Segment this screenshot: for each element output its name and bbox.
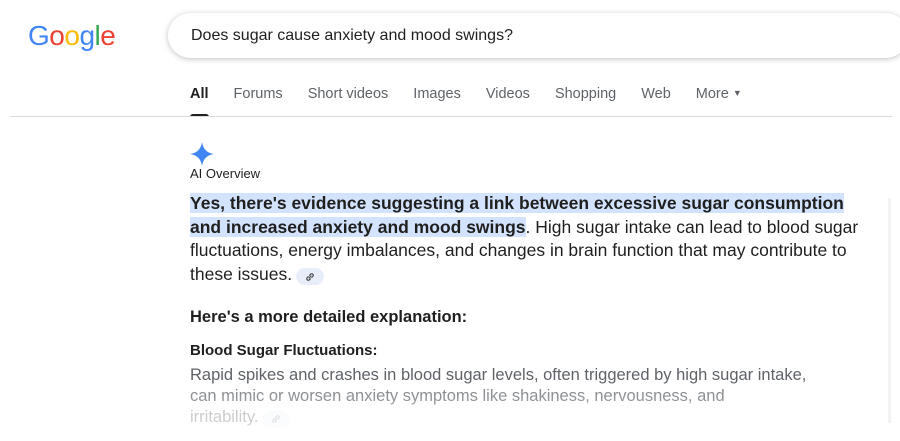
tab-label: Videos: [485, 86, 530, 102]
tab-label: Forums: [233, 86, 283, 102]
search-box[interactable]: [168, 13, 900, 58]
tab-short-videos[interactable]: Short videos: [308, 86, 389, 117]
ai-overview-label: AI Overview: [190, 166, 261, 181]
tab-label: Short videos: [307, 86, 389, 102]
logo-letter: o: [64, 20, 80, 51]
google-logo[interactable]: Google: [28, 20, 116, 52]
tab-all[interactable]: All: [190, 86, 209, 117]
tab-label: All: [190, 86, 209, 102]
logo-letter: e: [100, 20, 116, 51]
tab-images[interactable]: Images: [413, 86, 461, 117]
link-icon[interactable]: [262, 410, 291, 428]
search-tabs: All Forums Short videos Images Videos Sh…: [190, 86, 767, 117]
logo-letter: o: [49, 20, 65, 51]
tab-more[interactable]: More ▼: [696, 86, 742, 117]
logo-letter: g: [79, 20, 95, 51]
section-line-text: irritability.: [190, 408, 259, 426]
section-line-last: irritability.: [190, 407, 870, 428]
tabs-divider: [10, 116, 892, 117]
logo-letter: G: [28, 20, 50, 51]
caret-down-icon: ▼: [732, 88, 742, 98]
side-panel-edge: [888, 198, 891, 423]
ai-overview-answer: Yes, there's evidence suggesting a link …: [190, 192, 860, 286]
section-line: Rapid spikes and crashes in blood sugar …: [190, 366, 807, 384]
explanation-heading: Here's a more detailed explanation:: [190, 308, 468, 326]
section-line: can mimic or worsen anxiety symptoms lik…: [190, 387, 725, 405]
tab-label: Shopping: [554, 86, 617, 102]
sparkle-icon: [190, 142, 214, 166]
section-title: Blood Sugar Fluctuations:: [190, 342, 378, 359]
link-icon[interactable]: [296, 268, 325, 285]
tab-label: Images: [413, 86, 461, 102]
tab-label: More: [695, 86, 729, 102]
tab-shopping[interactable]: Shopping: [555, 86, 616, 117]
tab-label: Web: [641, 86, 671, 102]
tab-forums[interactable]: Forums: [234, 86, 283, 117]
tab-videos[interactable]: Videos: [486, 86, 530, 117]
tab-web[interactable]: Web: [641, 86, 671, 117]
search-input[interactable]: [191, 26, 791, 45]
section-body: Rapid spikes and crashes in blood sugar …: [190, 365, 870, 428]
